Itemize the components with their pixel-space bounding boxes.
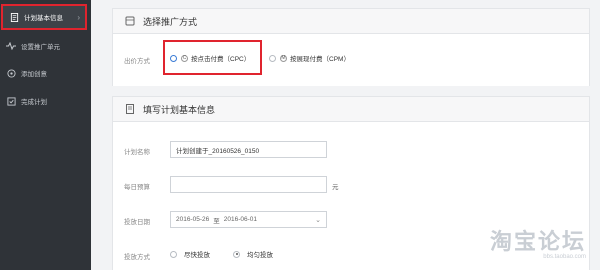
section-header-promotion-method: 选择推广方式 xyxy=(112,8,590,34)
bid-method-label: 出价方式 xyxy=(124,58,150,65)
option-even-delivery[interactable]: 均匀投放 xyxy=(233,249,273,259)
sidebar-item-label: 设置推广单元 xyxy=(21,44,60,51)
radio-button[interactable] xyxy=(269,54,276,62)
section-title: 填写计划基本信息 xyxy=(143,104,216,115)
radio-button[interactable] xyxy=(170,54,177,62)
section-header-plan-info: 填写计划基本信息 xyxy=(112,96,590,122)
daily-budget-input[interactable] xyxy=(170,176,327,193)
chevron-down-icon: ⌄ xyxy=(315,216,321,224)
sidebar-item-set-unit[interactable]: 设置推广单元 xyxy=(0,33,91,59)
radio-button[interactable] xyxy=(170,250,177,258)
option-label: 尽快投放 xyxy=(184,252,210,259)
option-fast-delivery[interactable]: 尽快投放 xyxy=(170,249,210,259)
option-label: 按展现付费（CPM） xyxy=(290,56,350,63)
plan-name-label: 计划名称 xyxy=(124,149,150,156)
sidebar-item-add-creative[interactable]: 添加创意 xyxy=(0,60,91,86)
sidebar-item-finish-plan[interactable]: 完成计划 xyxy=(0,88,91,114)
sidebar: 计划基本信息 › 设置推广单元 添加创意 完成计划 xyxy=(0,0,91,270)
delivery-date-label: 投放日期 xyxy=(124,219,150,226)
daily-budget-label: 每日预算 xyxy=(124,184,150,191)
flag-icon xyxy=(6,96,16,106)
date-range-picker[interactable]: 2016-05-26 至 2016-06-01 ⌄ xyxy=(170,211,327,228)
sidebar-item-label: 完成计划 xyxy=(21,99,47,106)
plan-name-input[interactable]: 计划创建于_20160526_0150 xyxy=(170,141,327,158)
pulse-icon xyxy=(6,41,16,51)
cube-icon xyxy=(125,16,135,26)
option-label: 均匀投放 xyxy=(247,252,273,259)
date-end: 2016-06-01 xyxy=(223,216,257,223)
radio-button[interactable] xyxy=(233,250,240,258)
date-start: 2016-05-26 xyxy=(176,216,210,223)
date-separator: 至 xyxy=(213,217,220,225)
watermark-logo: 淘宝论坛 xyxy=(489,229,586,255)
coin-icon: C xyxy=(181,54,188,62)
option-cpm[interactable]: M 按展现付费（CPM） xyxy=(269,53,350,63)
sidebar-item-label: 计划基本信息 xyxy=(24,15,63,22)
coin-icon: M xyxy=(280,54,287,62)
sidebar-item-plan-basic-info[interactable]: 计划基本信息 › xyxy=(1,4,87,30)
delivery-method-label: 投放方式 xyxy=(124,254,150,261)
circle-icon xyxy=(6,68,16,78)
budget-unit: 元 xyxy=(332,184,339,191)
option-label: 按点击付费（CPC） xyxy=(191,56,251,63)
chevron-right-icon: › xyxy=(77,12,80,22)
document-icon xyxy=(9,12,19,22)
sidebar-item-label: 添加创意 xyxy=(21,71,47,78)
watermark: 淘宝论坛 bbs.taobao.com xyxy=(490,224,586,260)
option-cpc[interactable]: C 按点击付费（CPC） xyxy=(170,53,250,63)
file-icon xyxy=(125,104,135,114)
section-title: 选择推广方式 xyxy=(143,16,198,27)
